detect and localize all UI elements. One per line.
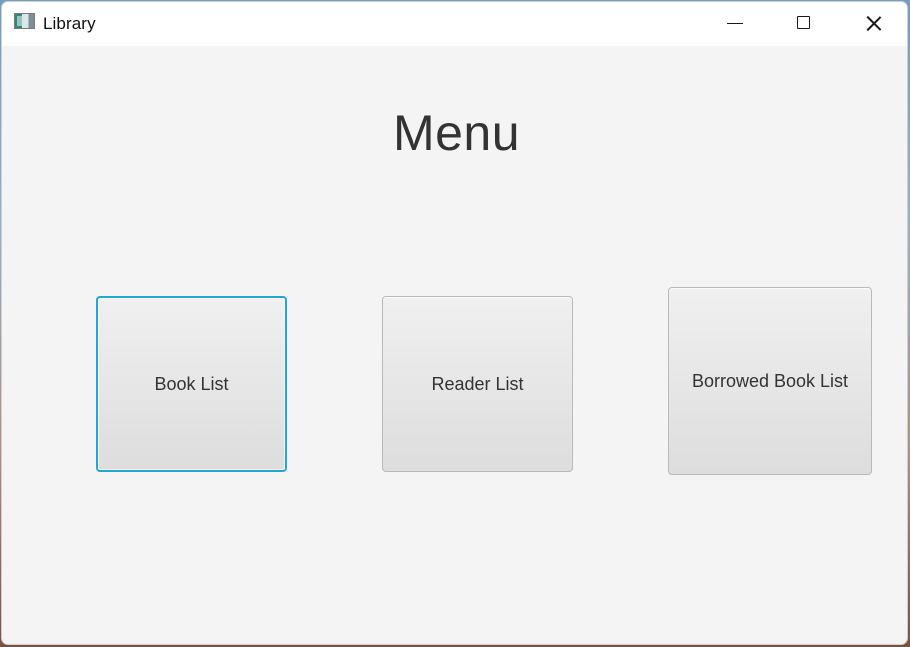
close-button[interactable] <box>845 2 903 46</box>
borrowed-book-list-button[interactable]: Borrowed Book List <box>668 287 872 475</box>
book-list-button[interactable]: Book List <box>96 296 287 472</box>
title-bar[interactable]: Library <box>2 2 907 46</box>
close-icon <box>866 15 882 31</box>
maximize-icon <box>797 16 810 29</box>
minimize-icon <box>727 23 743 24</box>
menu-title: Menu <box>392 105 521 161</box>
library-window: Library Menu Book List Reader List Borro… <box>1 1 908 645</box>
library-app-icon <box>14 13 35 29</box>
reader-list-button[interactable]: Reader List <box>382 296 573 472</box>
menu-content: Menu Book List Reader List Borrowed Book… <box>2 46 907 644</box>
minimize-button[interactable] <box>705 2 763 46</box>
window-title: Library <box>43 14 96 33</box>
maximize-button[interactable] <box>775 2 833 46</box>
